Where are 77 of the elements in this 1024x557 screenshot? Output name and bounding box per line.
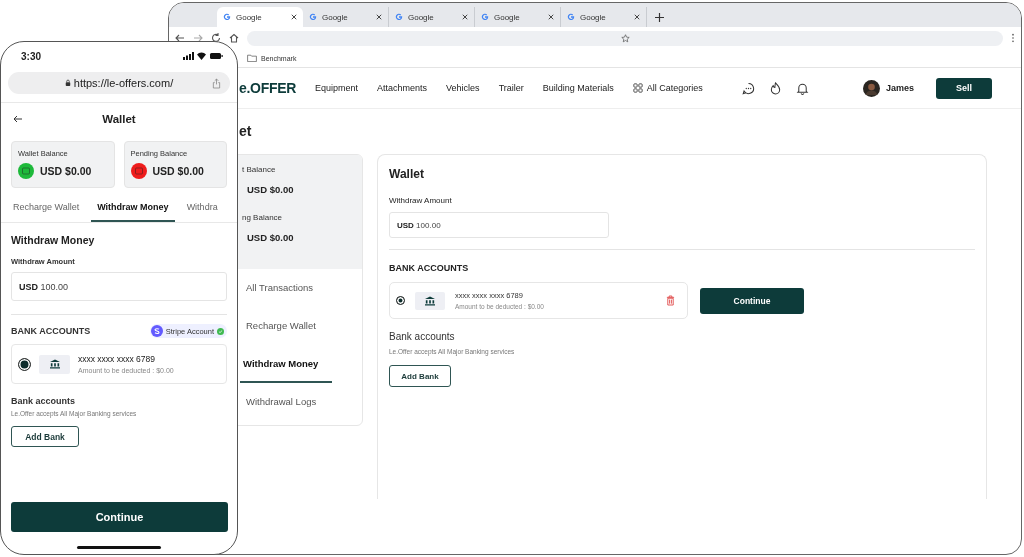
tab[interactable]: Recharge Wallet xyxy=(7,198,86,222)
sidebar-item[interactable]: All Transactions xyxy=(240,269,332,307)
forward-icon[interactable] xyxy=(193,33,203,43)
sidebar-item[interactable]: Recharge Wallet xyxy=(240,307,332,345)
card-title: Wallet xyxy=(389,167,425,181)
close-icon[interactable] xyxy=(376,14,382,20)
bank-icon xyxy=(39,354,70,374)
google-icon xyxy=(567,13,575,21)
folder-icon xyxy=(247,54,257,62)
section-heading: BANK ACCOUNTS xyxy=(11,326,91,336)
balance-amount: USD $0.00 xyxy=(40,165,92,177)
nav-link[interactable]: Vehicles xyxy=(446,83,480,93)
continue-button[interactable]: Continue xyxy=(700,287,804,314)
lock-icon xyxy=(64,79,71,87)
url-bar[interactable]: https://le-offers.com/ xyxy=(8,72,230,94)
screen-title: Wallet xyxy=(102,113,136,125)
nav-link[interactable]: Trailer xyxy=(498,83,524,93)
browser-tab[interactable]: Google xyxy=(389,7,475,27)
section-title: Bank accounts xyxy=(389,331,456,342)
bank-icon xyxy=(415,291,445,310)
close-icon[interactable] xyxy=(462,14,468,20)
all-categories-link[interactable]: All Categories xyxy=(632,83,703,93)
nav-link[interactable]: Building Materials xyxy=(542,83,614,93)
balance-amount: USD $0.00 xyxy=(246,232,295,243)
site-logo[interactable]: e.OFFER xyxy=(239,80,297,96)
tab[interactable]: Withdra xyxy=(180,198,224,222)
balance-label: ng Balance xyxy=(242,213,284,222)
nav-link[interactable]: Equipment xyxy=(315,83,359,93)
section-heading: BANK ACCOUNTS xyxy=(389,263,470,273)
home-icon[interactable] xyxy=(229,33,239,43)
back-icon[interactable] xyxy=(175,33,185,43)
menu-icon[interactable] xyxy=(1011,33,1015,43)
sidebar-item[interactable]: Withdraw Money xyxy=(240,345,332,383)
account-number: xxxx xxxx xxxx 6789 xyxy=(78,354,156,364)
status-time: 3:30 xyxy=(21,50,41,62)
radio-button[interactable] xyxy=(396,296,405,305)
sidebar-item[interactable]: Withdrawal Logs xyxy=(240,383,332,421)
add-bank-button[interactable]: Add Bank xyxy=(389,365,451,387)
chat-icon[interactable] xyxy=(741,81,755,95)
continue-button[interactable]: Continue xyxy=(11,502,228,532)
balance-label: t Balance xyxy=(242,165,277,174)
section-title: Bank accounts xyxy=(11,396,77,406)
sell-button[interactable]: Sell xyxy=(935,77,992,99)
browser-tab[interactable]: Google xyxy=(217,7,303,27)
browser-tab[interactable]: Google xyxy=(561,7,647,27)
back-icon[interactable] xyxy=(13,114,23,124)
browser-tab[interactable]: Google xyxy=(303,7,389,27)
add-bank-button[interactable]: Add Bank xyxy=(11,426,79,447)
google-icon xyxy=(395,13,403,21)
balance-amount: USD $0.00 xyxy=(246,184,295,195)
flame-icon[interactable] xyxy=(768,81,782,95)
user-menu[interactable]: James xyxy=(862,79,914,97)
close-icon[interactable] xyxy=(634,14,640,20)
star-icon[interactable] xyxy=(620,33,630,43)
reload-icon[interactable] xyxy=(211,33,221,43)
bell-icon[interactable] xyxy=(795,81,809,95)
section-title: Withdraw Money xyxy=(11,234,96,246)
close-icon[interactable] xyxy=(548,14,554,20)
new-tab-icon[interactable] xyxy=(655,13,664,22)
google-icon xyxy=(481,13,489,21)
nav-link[interactable]: Attachments xyxy=(377,83,428,93)
grid-icon xyxy=(632,83,643,93)
page-title: et xyxy=(238,122,253,141)
field-label: Withdraw Amount xyxy=(389,196,453,205)
tab[interactable]: Withdraw Money xyxy=(91,198,175,222)
browser-tab[interactable]: Google xyxy=(475,7,561,27)
trash-icon[interactable] xyxy=(666,295,675,306)
check-icon xyxy=(217,327,224,335)
google-icon xyxy=(309,13,317,21)
close-icon[interactable] xyxy=(291,14,297,20)
google-icon xyxy=(223,13,231,21)
avatar xyxy=(862,79,880,97)
amount-field[interactable]: USD 100.00 xyxy=(389,212,609,238)
stripe-icon xyxy=(150,325,163,337)
amount-field[interactable]: USD 100.00 xyxy=(11,272,227,301)
status-icons xyxy=(183,51,223,61)
balance-amount: USD $0.00 xyxy=(152,165,204,177)
